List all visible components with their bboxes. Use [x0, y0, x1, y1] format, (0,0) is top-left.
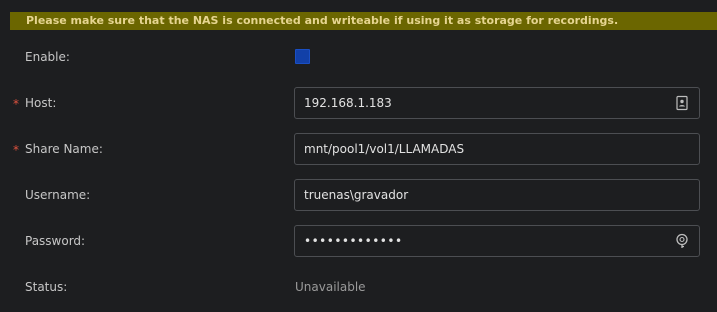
password-input[interactable]: •••••••••••••: [294, 225, 700, 257]
status-label: Status:: [25, 280, 68, 294]
required-mark: *: [13, 143, 19, 157]
host-row: * Host: 192.168.1.183: [0, 87, 717, 119]
host-input[interactable]: 192.168.1.183: [294, 87, 700, 119]
key-icon[interactable]: [674, 233, 690, 249]
nas-warning-banner: Please make sure that the NAS is connect…: [10, 12, 717, 30]
status-row: Status: Unavailable: [0, 271, 717, 303]
share-name-row: * Share Name: mnt/pool1/vol1/LLAMADAS: [0, 133, 717, 165]
contact-card-icon[interactable]: [674, 95, 690, 111]
required-mark: *: [13, 97, 19, 111]
enable-checkbox[interactable]: [295, 49, 310, 64]
password-label: Password:: [25, 234, 86, 248]
enable-label: Enable:: [25, 50, 70, 64]
username-row: Username: truenas\gravador: [0, 179, 717, 211]
password-value: •••••••••••••: [304, 234, 403, 248]
share-name-input[interactable]: mnt/pool1/vol1/LLAMADAS: [294, 133, 700, 165]
share-name-label: Share Name:: [25, 142, 103, 156]
username-label: Username:: [25, 188, 91, 202]
status-value: Unavailable: [295, 280, 366, 294]
enable-row: Enable:: [0, 41, 717, 73]
password-row: Password: •••••••••••••: [0, 225, 717, 257]
username-input[interactable]: truenas\gravador: [294, 179, 700, 211]
host-value: 192.168.1.183: [304, 96, 392, 110]
username-value: truenas\gravador: [304, 188, 409, 202]
share-name-value: mnt/pool1/vol1/LLAMADAS: [304, 142, 465, 156]
host-label: Host:: [25, 96, 57, 110]
